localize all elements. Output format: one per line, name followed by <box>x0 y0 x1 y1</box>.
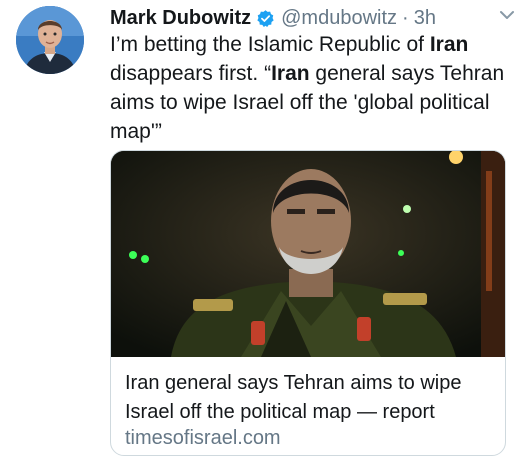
tweet-timestamp[interactable]: 3h <box>414 7 436 30</box>
link-card[interactable]: Iran general says Tehran aims to wipe Is… <box>110 150 506 456</box>
avatar-photo <box>16 6 84 74</box>
author-name[interactable]: Mark Dubowitz <box>110 7 251 30</box>
tweet-header: Mark Dubowitz @mdubowitz · 3h <box>110 4 508 32</box>
verified-badge-icon <box>256 9 275 28</box>
card-title[interactable]: Iran general says Tehran aims to wipe Is… <box>125 369 495 427</box>
tweet-text-segment: disappears first. “ <box>110 62 272 85</box>
tweet-text: I’m betting the Islamic Republic of Iran… <box>110 30 510 146</box>
tweet-text-bold-segment: Iran <box>429 33 469 56</box>
author-avatar[interactable] <box>16 6 84 74</box>
separator-dot: · <box>402 6 409 29</box>
tweet-text-bold-segment: Iran <box>271 62 310 85</box>
tweet-text-segment: I’m betting the Islamic Republic of <box>110 33 430 56</box>
card-image <box>111 151 505 357</box>
author-handle[interactable]: @mdubowitz <box>281 7 397 30</box>
card-domain: timesofisrael.com <box>125 427 281 449</box>
chevron-down-icon[interactable] <box>498 6 516 24</box>
